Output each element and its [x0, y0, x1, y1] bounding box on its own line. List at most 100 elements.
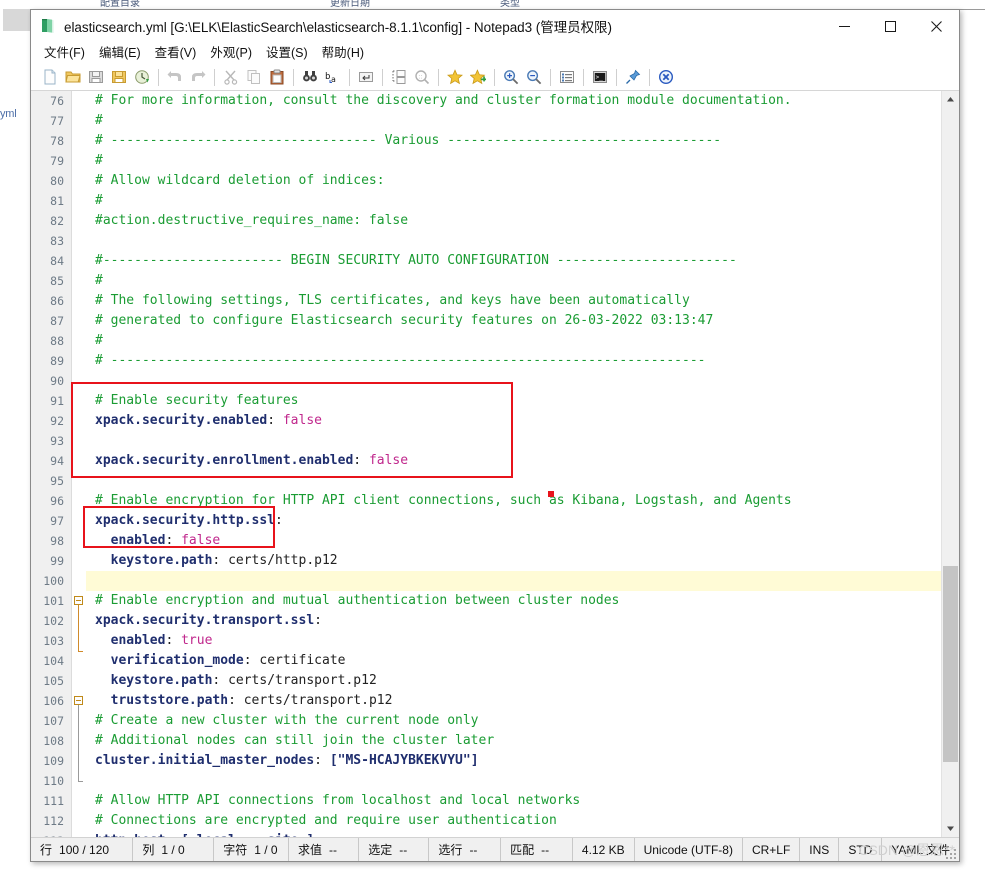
redo-icon[interactable] [187, 66, 209, 88]
exit-icon[interactable] [655, 66, 677, 88]
fold-toggle-transport-ssl[interactable] [74, 696, 83, 705]
code-line[interactable]: #----------------------- BEGIN SECURITY … [86, 251, 941, 271]
code-line[interactable]: # Allow wildcard deletion of indices: [86, 171, 941, 191]
code-line[interactable] [86, 431, 941, 451]
code-line[interactable]: # Enable security features [86, 391, 941, 411]
status-file-size[interactable]: 4.12 KB [573, 838, 635, 861]
status-char[interactable]: 字符 1 / 0 [214, 838, 290, 861]
find-icon[interactable] [299, 66, 321, 88]
fold-toggle-http-ssl[interactable] [74, 596, 83, 605]
code-line[interactable]: # ---------------------------------- Var… [86, 131, 941, 151]
status-edit-mode[interactable]: STD [839, 838, 883, 861]
zoom-find-icon[interactable]: :: [411, 66, 433, 88]
add-bookmark-icon[interactable] [467, 66, 489, 88]
status-eval[interactable]: 求值 -- [289, 838, 360, 861]
code-line[interactable]: #action.destructive_requires_name: false [86, 211, 941, 231]
code-line[interactable]: # Enable encryption and mutual authentic… [86, 591, 941, 611]
replace-icon[interactable]: ba [322, 66, 344, 88]
code-line[interactable]: enabled: true [86, 631, 941, 651]
code-line[interactable]: # [86, 191, 941, 211]
minimize-button[interactable] [821, 10, 867, 42]
code-line[interactable]: xpack.security.transport.ssl: [86, 611, 941, 631]
schemes-icon[interactable] [556, 66, 578, 88]
code-line[interactable] [86, 231, 941, 251]
code-line[interactable]: # generated to configure Elasticsearch s… [86, 311, 941, 331]
new-file-icon[interactable] [39, 66, 61, 88]
code-line[interactable] [86, 571, 941, 591]
status-match[interactable]: 匹配 -- [501, 838, 573, 861]
code-line[interactable]: keystore.path: certs/http.p12 [86, 551, 941, 571]
menu-help[interactable]: 帮助(H) [315, 43, 371, 63]
status-insert-mode[interactable]: INS [800, 838, 840, 861]
code-line[interactable]: # For more information, consult the disc… [86, 91, 941, 111]
menu-settings[interactable]: 设置(S) [259, 43, 315, 63]
save-file-icon[interactable] [85, 66, 107, 88]
editor-area[interactable]: 76 77 78 79 80 81 82 83 84 85 86 87 88 89 90 91 92 93 94 95… [31, 91, 959, 837]
console-icon[interactable]: >_ [589, 66, 611, 88]
menu-appearance[interactable]: 外观(P) [203, 43, 259, 63]
menu-file[interactable]: 文件(F) [37, 43, 92, 63]
save-as-icon[interactable] [108, 66, 130, 88]
code-line[interactable]: # [86, 271, 941, 291]
code-text-area[interactable]: # For more information, consult the disc… [86, 91, 941, 837]
token-cmt: # [95, 193, 103, 208]
code-line[interactable]: # Create a new cluster with the current … [86, 711, 941, 731]
undo-icon[interactable] [164, 66, 186, 88]
title-bar[interactable]: elasticsearch.yml [G:\ELK\ElasticSearch\… [31, 10, 959, 42]
paste-icon[interactable] [266, 66, 288, 88]
status-selected[interactable]: 选定 -- [359, 838, 430, 861]
code-line[interactable]: # Connections are encrypted and require … [86, 811, 941, 831]
scrollbar-thumb[interactable] [943, 566, 958, 762]
vertical-scrollbar[interactable] [941, 91, 959, 837]
code-line[interactable]: # --------------------------------------… [86, 351, 941, 371]
fold-end-transport-ssl [78, 781, 83, 782]
status-line[interactable]: 行 100 / 120 [31, 838, 134, 861]
resize-grip[interactable] [946, 849, 956, 859]
revert-icon[interactable] [131, 66, 153, 88]
toolbar-separator [349, 68, 350, 86]
code-line[interactable] [86, 371, 941, 391]
token-punc: : [353, 453, 369, 468]
code-line[interactable]: cluster.initial_master_nodes: ["MS-HCAJY… [86, 751, 941, 771]
code-line[interactable]: xpack.security.enabled: false [86, 411, 941, 431]
status-column[interactable]: 列 1 / 0 [133, 838, 215, 861]
status-sel-lines[interactable]: 选行 -- [429, 838, 502, 861]
code-line[interactable]: # [86, 111, 941, 131]
menu-edit[interactable]: 编辑(E) [92, 43, 148, 63]
close-button[interactable] [913, 10, 959, 42]
code-line[interactable]: # Enable encryption for HTTP API client … [86, 491, 941, 511]
always-on-top-icon[interactable] [622, 66, 644, 88]
code-line[interactable]: # Additional nodes can still join the cl… [86, 731, 941, 751]
code-line[interactable] [86, 771, 941, 791]
status-match-label: 匹配 [510, 843, 535, 857]
scroll-down-arrow[interactable] [942, 820, 959, 837]
code-line[interactable]: # [86, 151, 941, 171]
cut-icon[interactable] [220, 66, 242, 88]
scroll-up-arrow[interactable] [942, 91, 959, 108]
code-line[interactable]: truststore.path: certs/transport.p12 [86, 691, 941, 711]
code-line[interactable] [86, 471, 941, 491]
code-line[interactable]: xpack.security.enrollment.enabled: false [86, 451, 941, 471]
code-folding-margin[interactable] [72, 91, 86, 837]
status-encoding[interactable]: Unicode (UTF-8) [635, 838, 743, 861]
zoom-in-icon[interactable] [500, 66, 522, 88]
bookmark-icon[interactable] [444, 66, 466, 88]
token-punc: : [243, 653, 260, 668]
indent-icon[interactable] [388, 66, 410, 88]
menu-view[interactable]: 查看(V) [148, 43, 204, 63]
code-line[interactable]: # The following settings, TLS certificat… [86, 291, 941, 311]
code-line[interactable]: keystore.path: certs/transport.p12 [86, 671, 941, 691]
code-line[interactable]: enabled: false [86, 531, 941, 551]
word-wrap-icon[interactable] [355, 66, 377, 88]
code-line[interactable]: verification_mode: certificate [86, 651, 941, 671]
code-line[interactable]: # Allow HTTP API connections from localh… [86, 791, 941, 811]
status-line-ending[interactable]: CR+LF [743, 838, 801, 861]
copy-icon[interactable] [243, 66, 265, 88]
maximize-button[interactable] [867, 10, 913, 42]
code-line[interactable]: xpack.security.http.ssl: [86, 511, 941, 531]
zoom-out-icon[interactable] [523, 66, 545, 88]
code-line[interactable]: # [86, 331, 941, 351]
line-number: 94 [50, 454, 64, 468]
background-column-1: 配置目录 [100, 0, 140, 9]
open-file-icon[interactable] [62, 66, 84, 88]
